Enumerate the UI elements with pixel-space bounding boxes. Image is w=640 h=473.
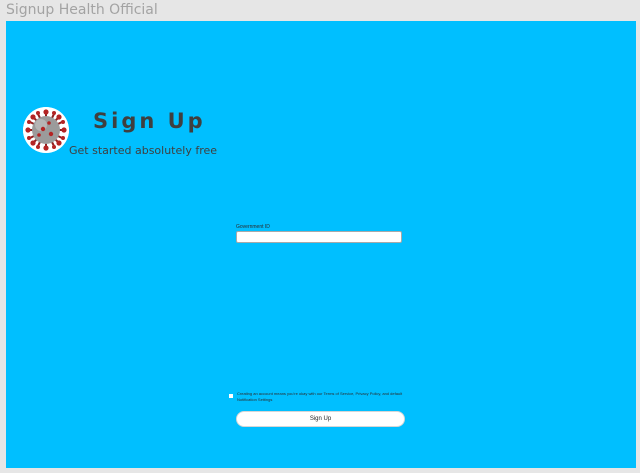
- window-title: Signup Health Official: [6, 2, 158, 18]
- terms-checkbox[interactable]: [229, 394, 233, 398]
- government-id-label: Government ID: [236, 224, 270, 230]
- terms-text: Creating an account means you're okay wi…: [237, 391, 403, 402]
- signup-page: Sign Up Get started absolutely free Gove…: [6, 21, 636, 468]
- coronavirus-icon: [23, 107, 69, 153]
- signup-button[interactable]: Sign Up: [236, 411, 405, 427]
- page-subtitle: Get started absolutely free: [69, 144, 218, 157]
- page-title: Sign Up: [93, 109, 206, 133]
- government-id-input[interactable]: [236, 231, 402, 243]
